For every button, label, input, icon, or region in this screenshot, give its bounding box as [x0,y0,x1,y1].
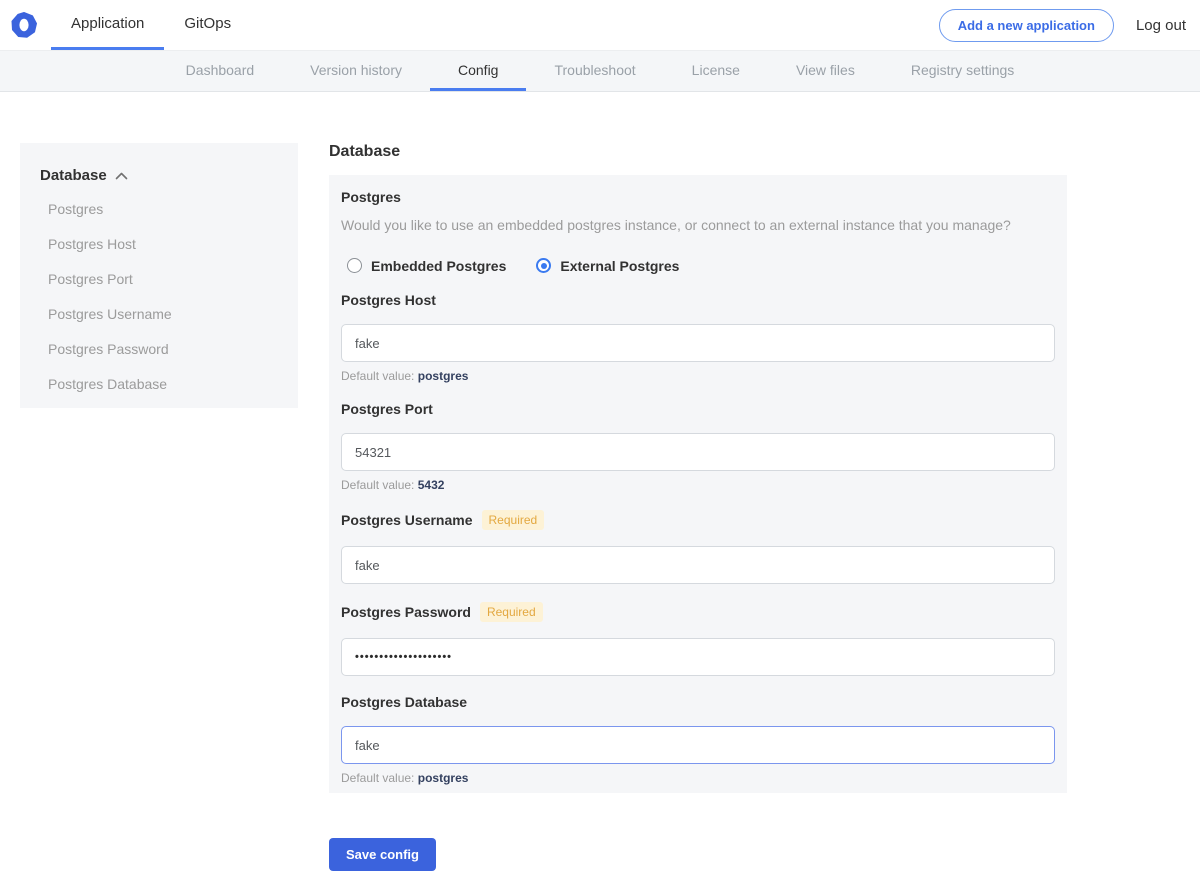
radio-embedded-postgres-control[interactable] [347,258,362,273]
postgres-host-label: Postgres Host [341,292,436,308]
header-tabs: Application GitOps [51,0,251,50]
postgres-port-label: Postgres Port [341,401,433,417]
sidebar-group-database[interactable]: Database [40,167,288,184]
postgres-port-input[interactable] [341,433,1055,471]
radio-external-postgres-control[interactable] [536,258,551,273]
config-sidebar: Database Postgres Postgres Host Postgres… [20,143,298,408]
sidebar-item-postgres-database[interactable]: Postgres Database [40,375,288,394]
sidebar-item-postgres-port[interactable]: Postgres Port [40,270,288,289]
header-right: Add a new application Log out [939,0,1200,50]
postgres-host-default: Default value: postgres [341,370,1055,383]
tab-license-label: License [692,62,740,78]
group-name: Postgres [341,190,1055,205]
postgres-database-input[interactable] [341,726,1055,764]
field-postgres-host: Postgres Host Default value: postgres [341,292,1055,383]
app-logo [0,0,51,50]
postgres-type-radio-group: Embedded Postgres External Postgres [347,257,1055,274]
chevron-up-icon [115,172,128,180]
postgres-port-default: Default value: 5432 [341,479,1055,492]
radio-embedded-postgres-label: Embedded Postgres [371,258,506,274]
default-prefix: Default value: [341,478,414,492]
default-prefix: Default value: [341,369,414,383]
add-new-application-button[interactable]: Add a new application [939,9,1114,42]
group-description: Would you like to use an embedded postgr… [341,217,1055,234]
required-badge: Required [482,510,545,530]
field-postgres-password: Postgres Password Required [341,602,1055,676]
postgres-password-input[interactable] [341,638,1055,676]
tab-gitops[interactable]: GitOps [164,0,251,50]
default-value: postgres [418,369,469,383]
save-config-button[interactable]: Save config [329,838,436,871]
tab-registry-settings-label: Registry settings [911,62,1014,78]
sidebar-item-postgres-host[interactable]: Postgres Host [40,235,288,254]
default-value: 5432 [418,478,445,492]
default-value: postgres [418,771,469,785]
tab-config[interactable]: Config [430,51,526,91]
tab-view-files[interactable]: View files [768,51,883,91]
replicated-logo-icon [11,12,37,38]
required-badge: Required [480,602,543,622]
tab-gitops-label: GitOps [184,15,231,32]
sidebar-item-postgres[interactable]: Postgres [40,200,288,219]
default-prefix: Default value: [341,771,414,785]
config-main: Database Postgres Would you like to use … [329,143,1067,871]
radio-embedded-postgres[interactable]: Embedded Postgres [347,258,506,274]
field-postgres-port: Postgres Port Default value: 5432 [341,401,1055,492]
sidebar-item-postgres-username[interactable]: Postgres Username [40,305,288,324]
page-title: Database [329,143,1067,161]
logout-link[interactable]: Log out [1136,17,1186,34]
tab-registry-settings[interactable]: Registry settings [883,51,1042,91]
tab-dashboard-label: Dashboard [186,62,255,78]
postgres-username-input[interactable] [341,546,1055,584]
tab-application-label: Application [71,15,144,32]
sidebar-group-label: Database [40,167,107,184]
top-header: Application GitOps Add a new application… [0,0,1200,51]
postgres-host-input[interactable] [341,324,1055,362]
tab-dashboard[interactable]: Dashboard [158,51,283,91]
tab-config-label: Config [458,62,498,78]
radio-external-postgres[interactable]: External Postgres [536,258,679,274]
field-postgres-username: Postgres Username Required [341,510,1055,584]
tab-license[interactable]: License [664,51,768,91]
tab-version-history-label: Version history [310,62,402,78]
postgres-password-label: Postgres Password [341,604,471,620]
tab-troubleshoot[interactable]: Troubleshoot [526,51,663,91]
tab-application[interactable]: Application [51,0,164,50]
sidebar-item-postgres-password[interactable]: Postgres Password [40,340,288,359]
tab-version-history[interactable]: Version history [282,51,430,91]
postgres-username-label: Postgres Username [341,512,473,528]
config-page: Database Postgres Postgres Host Postgres… [0,143,1200,871]
tab-view-files-label: View files [796,62,855,78]
postgres-database-label: Postgres Database [341,694,467,710]
radio-external-postgres-label: External Postgres [560,258,679,274]
config-group-panel: Postgres Would you like to use an embedd… [329,175,1067,793]
tab-troubleshoot-label: Troubleshoot [554,62,635,78]
app-subnav: Dashboard Version history Config Trouble… [0,51,1200,92]
postgres-database-default: Default value: postgres [341,772,1055,785]
field-postgres-database: Postgres Database Default value: postgre… [341,694,1055,785]
